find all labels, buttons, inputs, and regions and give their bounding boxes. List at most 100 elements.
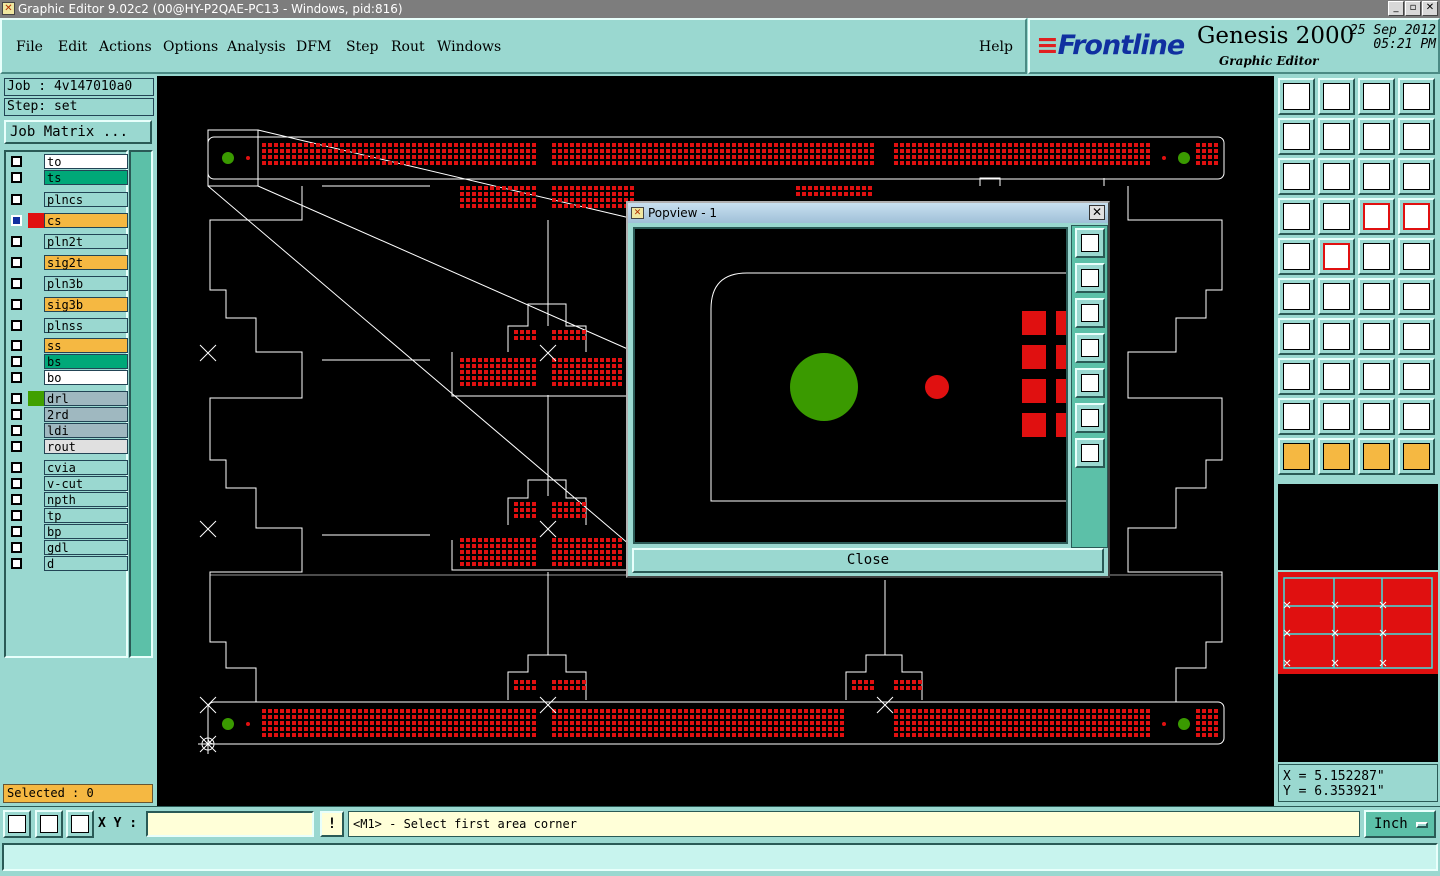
delta-button[interactable] — [1278, 398, 1315, 435]
layer-row-cvia[interactable]: cvia — [8, 460, 128, 475]
layer-checkbox[interactable] — [11, 278, 22, 289]
layer-checkbox[interactable] — [11, 340, 22, 351]
popview-pan-up-button[interactable] — [1075, 263, 1105, 293]
layer-row-pln3b[interactable]: pln3b — [8, 276, 128, 291]
exclamation-button[interactable]: ! — [320, 811, 344, 837]
layer-name[interactable]: pln3b — [44, 276, 128, 291]
layer-name[interactable]: plnss — [44, 318, 128, 333]
menu-analysis[interactable]: Analysis — [227, 39, 286, 55]
layer-row-plncs[interactable]: plncs — [8, 192, 128, 207]
layer-checkbox[interactable] — [11, 215, 22, 226]
layer-row-ts[interactable]: ts — [8, 170, 128, 185]
ruler-button[interactable] — [1358, 238, 1395, 275]
line-mid-button[interactable] — [1318, 358, 1355, 395]
menu-windows[interactable]: Windows — [437, 39, 501, 55]
layer-checkbox[interactable] — [11, 194, 22, 205]
open-job-button[interactable] — [1278, 78, 1315, 115]
layer-name[interactable]: 2rd — [44, 407, 128, 422]
settings-button[interactable] — [1278, 198, 1315, 235]
layer-checkbox[interactable] — [11, 478, 22, 489]
layer-name[interactable]: gdl — [44, 540, 128, 555]
arch-3-button[interactable] — [1398, 398, 1435, 435]
layer-row-to[interactable]: to — [8, 154, 128, 169]
layer-checkbox[interactable] — [11, 320, 22, 331]
layer-checkbox[interactable] — [11, 494, 22, 505]
measure-button[interactable] — [35, 810, 63, 838]
popview-titlebar[interactable]: ✕ Popview - 1 ✕ — [628, 203, 1108, 223]
layer-checkbox[interactable] — [11, 558, 22, 569]
menu-actions[interactable]: Actions — [99, 39, 152, 55]
three-f-button[interactable] — [1398, 318, 1435, 355]
popview-close-button[interactable]: Close — [632, 548, 1104, 573]
layer-row-gdl[interactable]: gdl — [8, 540, 128, 555]
zoom-prev-button[interactable] — [1278, 118, 1315, 155]
window-split-button[interactable] — [1398, 78, 1435, 115]
layer-row-cs[interactable]: cs — [8, 213, 128, 228]
layer-checkbox[interactable] — [11, 257, 22, 268]
layer-checkbox[interactable] — [11, 156, 22, 167]
layer-checkbox[interactable] — [11, 356, 22, 367]
layer-row-sig3b[interactable]: sig3b — [8, 297, 128, 312]
menu-dfm[interactable]: DFM — [296, 39, 331, 55]
layer-row-rout[interactable]: rout — [8, 439, 128, 454]
save-job-button[interactable] — [1318, 78, 1355, 115]
layer-name[interactable]: pln2t — [44, 234, 128, 249]
layer-row-drl[interactable]: drl — [8, 391, 128, 406]
layer-row-bo[interactable]: bo — [8, 370, 128, 385]
layer-checkbox[interactable] — [11, 542, 22, 553]
layer-name[interactable]: rout — [44, 439, 128, 454]
layer-checkbox[interactable] — [11, 393, 22, 404]
popview-zoom-out-button[interactable] — [1075, 403, 1105, 433]
arch-2-button[interactable] — [1358, 398, 1395, 435]
layer-name[interactable]: tp — [44, 508, 128, 523]
layer-row-2rd[interactable]: 2rd — [8, 407, 128, 422]
layer-row-sig2t[interactable]: sig2t — [8, 255, 128, 270]
layer-row-plnss[interactable]: plnss — [8, 318, 128, 333]
angle-button[interactable] — [1278, 318, 1315, 355]
menu-edit[interactable]: Edit — [58, 39, 87, 55]
popview-close-x-button[interactable]: ✕ — [1089, 205, 1105, 220]
layer-name[interactable]: plncs — [44, 192, 128, 207]
zoom-1to1-button[interactable] — [1358, 158, 1395, 195]
layer-row-bs[interactable]: bs — [8, 354, 128, 369]
home-button[interactable] — [1358, 78, 1395, 115]
menu-options[interactable]: Options — [163, 39, 218, 55]
layer-row-tp[interactable]: tp — [8, 508, 128, 523]
layer-name[interactable]: d — [44, 556, 128, 571]
snap-button[interactable] — [3, 810, 31, 838]
popview-pan-left-button[interactable] — [1075, 333, 1105, 363]
layer-name[interactable]: ss — [44, 338, 128, 353]
arch-button[interactable] — [1318, 398, 1355, 435]
minimize-button[interactable]: _ — [1388, 1, 1404, 16]
redo-view-button[interactable] — [1398, 118, 1435, 155]
layer-row-npth[interactable]: npth — [8, 492, 128, 507]
layer-row-d[interactable]: d — [8, 556, 128, 571]
units-selector[interactable]: Inch — [1364, 810, 1436, 838]
line-button[interactable] — [1318, 318, 1355, 355]
layer-name[interactable]: drl — [44, 391, 128, 406]
zoom-fit-button[interactable] — [1278, 158, 1315, 195]
layer-name[interactable]: bs — [44, 354, 128, 369]
maximize-button[interactable]: ▫ — [1405, 1, 1421, 16]
route-button[interactable] — [1398, 438, 1435, 475]
pointer-button[interactable] — [1278, 438, 1315, 475]
layer-name[interactable]: bp — [44, 524, 128, 539]
snap-center-button[interactable] — [1318, 278, 1355, 315]
popview-pan-right-button[interactable] — [1075, 368, 1105, 398]
help-button[interactable] — [1398, 158, 1435, 195]
layer-checkbox[interactable] — [11, 462, 22, 473]
layer-row-pln2t[interactable]: pln2t — [8, 234, 128, 249]
layer-checkbox[interactable] — [11, 236, 22, 247]
feature-info-button[interactable] — [1278, 238, 1315, 275]
layer-name[interactable]: sig2t — [44, 255, 128, 270]
layer-checkbox[interactable] — [11, 526, 22, 537]
layer-row-ldi[interactable]: ldi — [8, 423, 128, 438]
blob-button[interactable] — [1398, 358, 1435, 395]
layer-name[interactable]: cvia — [44, 460, 128, 475]
layer-name[interactable]: ts — [44, 170, 128, 185]
layer-checkbox[interactable] — [11, 441, 22, 452]
popview-canvas[interactable] — [633, 227, 1068, 544]
job-matrix-button[interactable]: Job Matrix ... — [4, 120, 152, 144]
layer-checkbox[interactable] — [11, 510, 22, 521]
layer-row-v-cut[interactable]: v-cut — [8, 476, 128, 491]
